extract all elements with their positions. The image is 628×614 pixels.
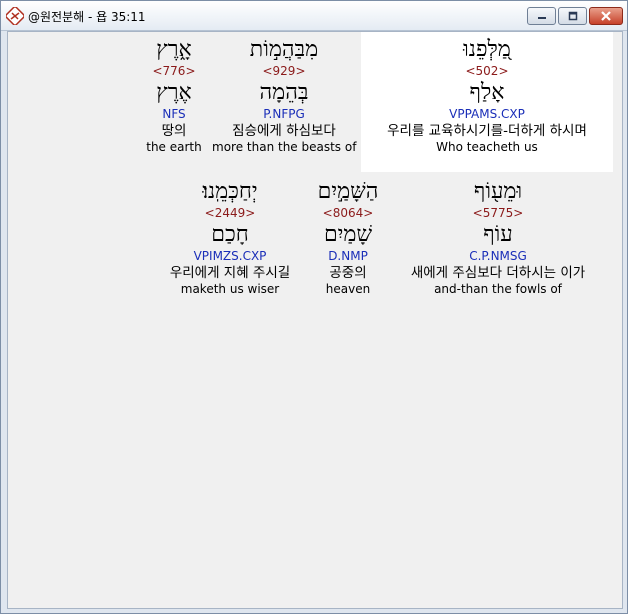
hebrew-word: אָ֑רֶץ bbox=[156, 37, 192, 62]
english-translation: and-than the fowls of bbox=[434, 282, 562, 296]
strong-number: <929> bbox=[262, 64, 306, 78]
korean-translation: 우리를 교육하시기를-더하게 하시며 bbox=[387, 123, 587, 139]
word-cell[interactable]: הַשָּׁמַ֣יִם <8064> שָׁמַיִם D.NMP 공중의 h… bbox=[306, 178, 390, 297]
korean-translation: 새에게 주심보다 더하시는 이가 bbox=[410, 265, 586, 281]
english-translation: the earth bbox=[146, 140, 202, 154]
morphology-code: NFS bbox=[162, 107, 186, 121]
minimize-button[interactable] bbox=[527, 7, 556, 25]
content-area: אָ֑רֶץ <776> אֶרֶץ NFS 땅의 the earth מִבַ… bbox=[7, 31, 623, 609]
morphology-code: VPIMZS.CXP bbox=[193, 249, 267, 263]
korean-translation: 공중의 bbox=[329, 265, 367, 281]
korean-translation: 우리에게 지혜 주시길 bbox=[169, 265, 291, 281]
english-translation: heaven bbox=[325, 282, 371, 296]
close-button[interactable] bbox=[589, 7, 623, 25]
strong-number: <502> bbox=[465, 64, 509, 78]
app-window: @원전분해 - 욥 35:11 אָ֑רֶץ <776> אֶרֶץ NFS 땅… bbox=[0, 0, 628, 614]
hebrew-word: יְחַכְּמֵֽנוּ׃ bbox=[202, 179, 258, 204]
word-cell[interactable]: יְחַכְּמֵֽנוּ׃ <2449> חָכַם VPIMZS.CXP 우… bbox=[148, 178, 312, 297]
minimize-icon bbox=[537, 17, 546, 19]
morphology-code: C.P.NMSG bbox=[469, 249, 527, 263]
hebrew-lemma: אֶרֶץ bbox=[156, 80, 192, 105]
maximize-button[interactable] bbox=[558, 7, 587, 25]
word-cell-highlighted[interactable]: מַ֭לְּפֵנוּ <502> אָלַף VPPAMS.CXP 우리를 교… bbox=[361, 36, 613, 155]
app-icon bbox=[6, 7, 24, 25]
maximize-icon bbox=[568, 11, 577, 21]
hebrew-word: מִבַּהֲמ֣וֹת bbox=[249, 37, 319, 62]
strong-number: <8064> bbox=[322, 206, 374, 220]
morphology-code: VPPAMS.CXP bbox=[449, 107, 525, 121]
hebrew-lemma: חָכַם bbox=[211, 222, 249, 247]
english-translation: Who teacheth us bbox=[436, 140, 538, 154]
english-translation: maketh us wiser bbox=[180, 282, 280, 296]
hebrew-lemma: אָלַף bbox=[469, 80, 505, 105]
korean-translation: 짐승에게 하심보다 bbox=[232, 123, 336, 139]
hebrew-word: הַשָּׁמַ֣יִם bbox=[317, 179, 379, 204]
hebrew-lemma: עוֹף bbox=[483, 222, 513, 247]
hebrew-lemma: בְּהֵמָה bbox=[259, 80, 309, 105]
strong-number: <2449> bbox=[204, 206, 256, 220]
word-cell[interactable]: וּמֵע֖וֹף <5775> עוֹף C.P.NMSG 새에게 주심보다 … bbox=[390, 178, 606, 297]
title-bar[interactable]: @원전분해 - 욥 35:11 bbox=[1, 1, 627, 31]
close-icon bbox=[601, 11, 611, 21]
word-cell[interactable]: מִבַּהֲמ֣וֹת <929> בְּהֵמָה P.NFPG 짐승에게 … bbox=[212, 36, 356, 155]
morphology-code: D.NMP bbox=[328, 249, 368, 263]
english-translation: more than the beasts of bbox=[212, 140, 357, 154]
strong-number: <776> bbox=[152, 64, 196, 78]
korean-translation: 땅의 bbox=[161, 123, 187, 139]
word-cell[interactable]: אָ֑רֶץ <776> אֶרֶץ NFS 땅의 the earth bbox=[128, 36, 220, 155]
window-title: @원전분해 - 욥 35:11 bbox=[28, 10, 146, 24]
hebrew-lemma: שָׁמַיִם bbox=[323, 222, 373, 247]
hebrew-word: מַ֭לְּפֵנוּ bbox=[463, 37, 511, 62]
strong-number: <5775> bbox=[472, 206, 524, 220]
morphology-code: P.NFPG bbox=[263, 107, 305, 121]
hebrew-word: וּמֵע֖וֹף bbox=[473, 179, 523, 204]
